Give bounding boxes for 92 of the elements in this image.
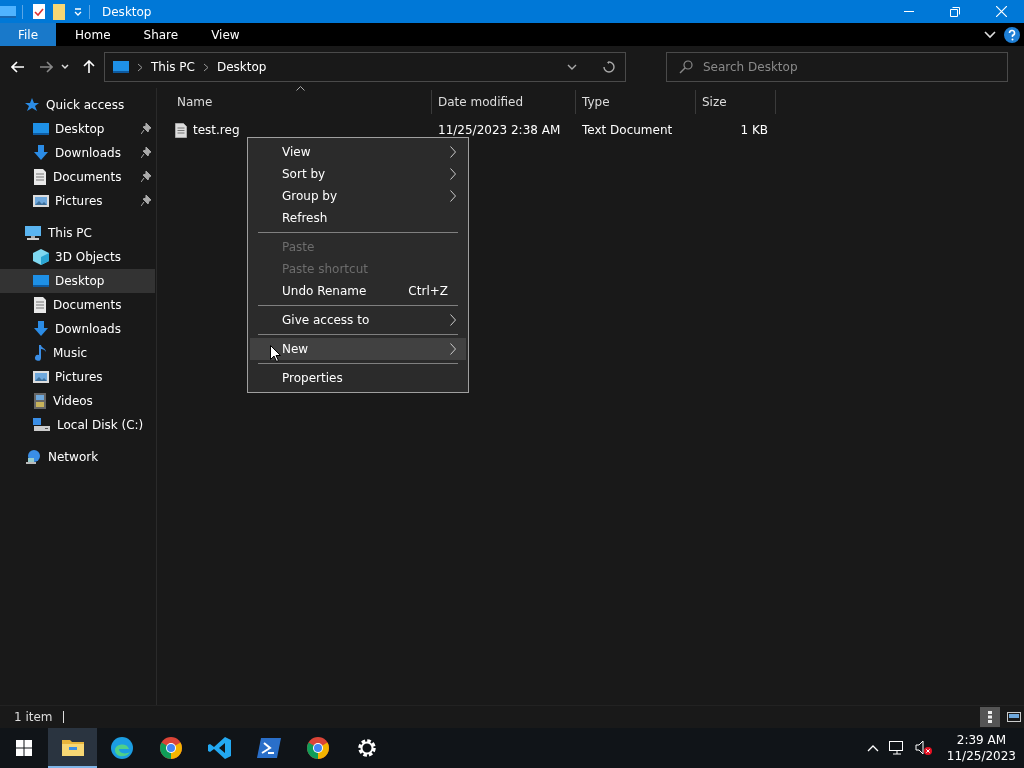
- download-icon: [33, 321, 49, 337]
- menu-item[interactable]: Undo Rename Ctrl+Z: [250, 280, 466, 302]
- nav-item[interactable]: Music: [0, 341, 155, 365]
- download-icon: [33, 145, 49, 161]
- monitor-icon: [33, 122, 49, 136]
- cube-icon: [33, 249, 49, 265]
- windows-logo-icon: [16, 740, 32, 756]
- breadcrumb[interactable]: This PC: [151, 60, 195, 74]
- folder-icon[interactable]: [53, 3, 65, 20]
- window-icon: [0, 5, 16, 18]
- nav-item[interactable]: Quick access: [0, 93, 155, 117]
- menu-item[interactable]: New: [250, 338, 466, 360]
- caret-up-icon[interactable]: [866, 744, 879, 752]
- text-file-icon: [175, 122, 187, 138]
- muted-speaker-icon[interactable]: [914, 740, 933, 756]
- file-name[interactable]: test.reg: [193, 123, 240, 137]
- browser-logo-icon: [158, 736, 183, 760]
- nav-item[interactable]: Downloads: [0, 141, 155, 165]
- nav-item[interactable]: Documents: [0, 293, 155, 317]
- column-header[interactable]: Type: [576, 90, 696, 114]
- nav-item[interactable]: Desktop: [0, 117, 155, 141]
- gear-icon: [355, 737, 378, 759]
- computer-icon: [24, 225, 42, 241]
- details-view-icon: [988, 711, 992, 723]
- globe-icon: [24, 449, 42, 465]
- chevron-right-icon: [137, 62, 143, 72]
- preview-pane-icon: [1007, 712, 1021, 722]
- menu-item[interactable]: Refresh: [250, 207, 466, 229]
- chevron-down-icon[interactable]: [567, 64, 577, 70]
- dropdown-icon[interactable]: [73, 6, 83, 17]
- window-title: Desktop: [102, 4, 152, 19]
- sort-caret-icon: [296, 86, 305, 91]
- ribbon-tab[interactable]: View: [192, 23, 254, 46]
- music-note-icon: [33, 345, 47, 361]
- search-icon: [679, 60, 693, 74]
- nav-item[interactable]: Pictures: [0, 365, 155, 389]
- help-icon[interactable]: [1004, 26, 1020, 43]
- wave-logo-icon: [109, 736, 134, 760]
- restore-icon: [950, 6, 960, 17]
- clock[interactable]: 2:39 AM 11/25/2023: [946, 732, 1016, 764]
- picture-icon: [33, 370, 49, 384]
- menu-item[interactable]: Sort by: [250, 163, 466, 185]
- column-header[interactable]: Date modified: [432, 90, 576, 114]
- nav-item[interactable]: Downloads: [0, 317, 155, 341]
- file-size: 1 KB: [740, 123, 768, 137]
- column-header[interactable]: Name: [171, 90, 432, 114]
- network-icon[interactable]: [888, 741, 905, 755]
- ribbon-tab[interactable]: File: [0, 23, 57, 46]
- terminal-icon: [256, 738, 281, 758]
- mouse-cursor-icon: [270, 345, 281, 362]
- chevron-right-icon: [202, 62, 209, 72]
- nav-item[interactable]: Network: [0, 445, 155, 469]
- item-count: 1 item: [14, 710, 53, 724]
- nav-item[interactable]: Pictures: [0, 189, 155, 213]
- picture-icon: [33, 194, 49, 208]
- breadcrumb[interactable]: Desktop: [216, 60, 267, 74]
- close-icon: [995, 6, 1007, 17]
- menu-item[interactable]: View: [250, 141, 466, 163]
- document-icon: [33, 169, 47, 185]
- nav-item[interactable]: 3D Objects: [0, 245, 155, 269]
- monitor-icon: [113, 61, 129, 73]
- back-arrow-icon[interactable]: [11, 61, 25, 73]
- menu-item[interactable]: Give access to: [250, 309, 466, 331]
- ribbon-tab[interactable]: Share: [124, 23, 193, 46]
- nav-item[interactable]: Desktop: [0, 269, 155, 293]
- column-header[interactable]: Size: [696, 90, 776, 114]
- date-modified: 11/25/2023 2:38 AM: [438, 123, 561, 137]
- code-editor-icon: [207, 736, 232, 760]
- nav-item[interactable]: Local Disk (C:): [0, 413, 155, 437]
- menu-item[interactable]: Properties: [250, 367, 466, 389]
- details-view-button[interactable]: [980, 707, 1000, 727]
- monitor-icon: [33, 274, 49, 288]
- address-bar[interactable]: This PC Desktop: [104, 52, 626, 82]
- up-arrow-icon[interactable]: [83, 60, 95, 74]
- forward-arrow-icon[interactable]: [39, 61, 53, 73]
- ribbon-tab[interactable]: Home: [56, 23, 125, 46]
- nav-item[interactable]: This PC: [0, 221, 155, 245]
- menu-item[interactable]: Group by: [250, 185, 466, 207]
- nav-item[interactable]: Documents: [0, 165, 155, 189]
- file-type: Text Document: [582, 123, 673, 137]
- checklist-icon[interactable]: [33, 4, 45, 19]
- drive-icon: [33, 418, 51, 432]
- search-field[interactable]: Search Desktop: [666, 52, 1008, 82]
- minimize-icon: [904, 11, 914, 12]
- nav-item[interactable]: Videos: [0, 389, 155, 413]
- star-icon: [24, 97, 40, 113]
- film-icon: [33, 393, 47, 409]
- taskbar-app[interactable]: [48, 728, 97, 768]
- folder-icon: [61, 738, 84, 756]
- refresh-icon[interactable]: [603, 61, 615, 73]
- browser-logo-icon: [305, 736, 330, 760]
- document-icon: [33, 297, 47, 313]
